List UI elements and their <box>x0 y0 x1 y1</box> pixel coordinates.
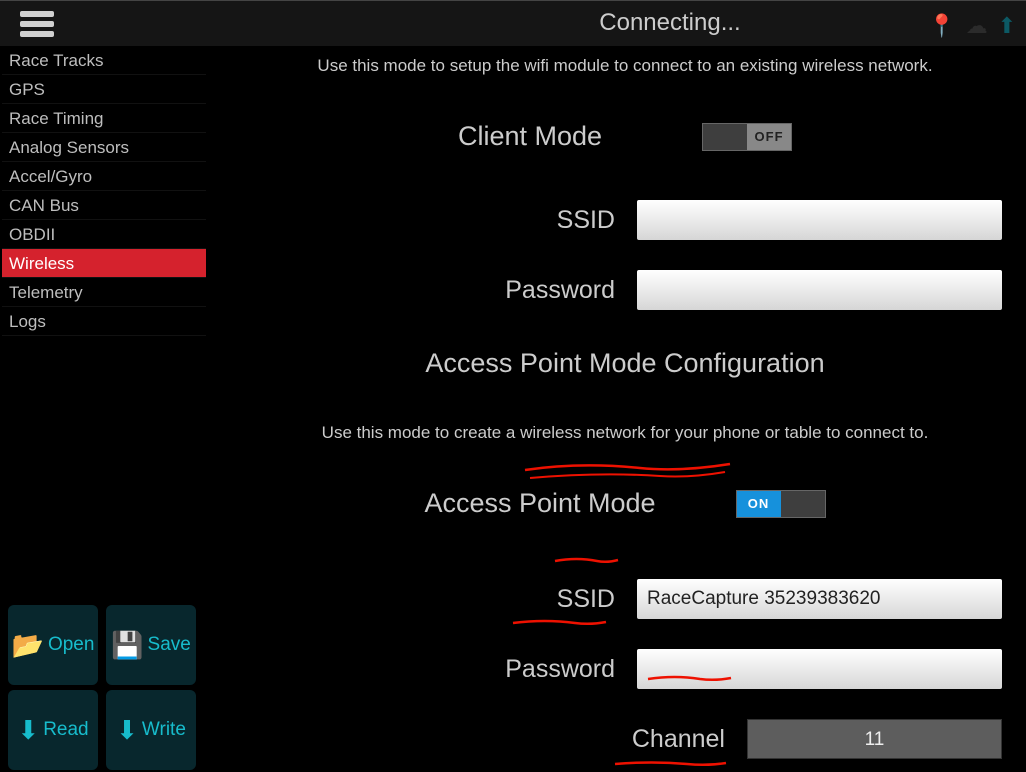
ap-password-input[interactable] <box>637 649 1002 689</box>
ap-description: Use this mode to create a wireless netwo… <box>230 423 1020 443</box>
upload-icon: ⬇ <box>116 715 138 746</box>
ap-mode-label: Access Point Mode <box>424 488 655 519</box>
menu-icon[interactable] <box>20 7 58 41</box>
read-button[interactable]: ⬇ Read <box>8 690 98 770</box>
connection-status: Connecting... <box>350 9 990 37</box>
ap-password-row: Password <box>230 649 1020 689</box>
client-mode-row: Client Mode OFF <box>230 121 1020 152</box>
sidebar-item-analog-sensors[interactable]: Analog Sensors <box>2 133 206 162</box>
open-button-label: Open <box>48 635 94 655</box>
open-button[interactable]: 📂 Open <box>8 605 98 685</box>
save-button[interactable]: 💾 Save <box>106 605 196 685</box>
read-button-label: Read <box>43 720 88 740</box>
ap-ssid-label: SSID <box>557 585 615 614</box>
main-panel: Use this mode to setup the wifi module t… <box>230 50 1020 770</box>
sidebar-item-logs[interactable]: Logs <box>2 307 206 336</box>
client-password-row: Password <box>230 270 1020 310</box>
sidebar-item-telemetry[interactable]: Telemetry <box>2 278 206 307</box>
ap-channel-row: Channel 11 <box>230 719 1020 759</box>
sidebar-item-race-tracks[interactable]: Race Tracks <box>2 46 206 75</box>
upload-icon[interactable]: ⬆ <box>998 13 1016 39</box>
download-icon: ⬇ <box>17 715 39 746</box>
cloud-icon: ☁ <box>966 13 988 39</box>
ap-section-title: Access Point Mode Configuration <box>230 348 1020 379</box>
client-ssid-row: SSID <box>230 200 1020 240</box>
sidebar-item-can-bus[interactable]: CAN Bus <box>2 191 206 220</box>
topbar: Connecting... 📍 ☁ ⬆ <box>0 0 1026 46</box>
client-password-label: Password <box>505 276 615 305</box>
ap-ssid-row: SSID <box>230 579 1020 619</box>
client-ssid-input[interactable] <box>637 200 1002 240</box>
toggle-on-label: ON <box>737 491 781 517</box>
write-button-label: Write <box>142 720 186 740</box>
toggle-off-label: OFF <box>747 124 791 150</box>
sidebar-item-gps[interactable]: GPS <box>2 75 206 104</box>
folder-icon: 📂 <box>12 630 44 661</box>
ap-ssid-input[interactable] <box>637 579 1002 619</box>
ap-channel-label: Channel <box>632 725 725 754</box>
sidebar-item-obdii[interactable]: OBDII <box>2 220 206 249</box>
client-password-input[interactable] <box>637 270 1002 310</box>
write-button[interactable]: ⬇ Write <box>106 690 196 770</box>
button-row-2: ⬇ Read ⬇ Write <box>8 690 196 770</box>
button-row-1: 📂 Open 💾 Save <box>8 605 196 685</box>
sidebar: Race Tracks GPS Race Timing Analog Senso… <box>2 46 206 336</box>
save-button-label: Save <box>148 635 191 655</box>
client-ssid-label: SSID <box>557 206 615 235</box>
ap-mode-row: Access Point Mode ON <box>230 488 1020 519</box>
sidebar-item-accel-gyro[interactable]: Accel/Gyro <box>2 162 206 191</box>
save-icon: 💾 <box>111 630 143 661</box>
ap-password-label: Password <box>505 655 615 684</box>
client-mode-toggle[interactable]: OFF <box>702 123 792 151</box>
top-icons: 📍 ☁ ⬆ <box>928 13 1016 39</box>
sidebar-item-wireless[interactable]: Wireless <box>2 249 206 278</box>
client-mode-description: Use this mode to setup the wifi module t… <box>230 56 1020 76</box>
sidebar-item-race-timing[interactable]: Race Timing <box>2 104 206 133</box>
ap-channel-select[interactable]: 11 <box>747 719 1002 759</box>
ap-mode-toggle[interactable]: ON <box>736 490 826 518</box>
client-mode-label: Client Mode <box>458 121 602 152</box>
location-icon: 📍 <box>928 13 955 39</box>
